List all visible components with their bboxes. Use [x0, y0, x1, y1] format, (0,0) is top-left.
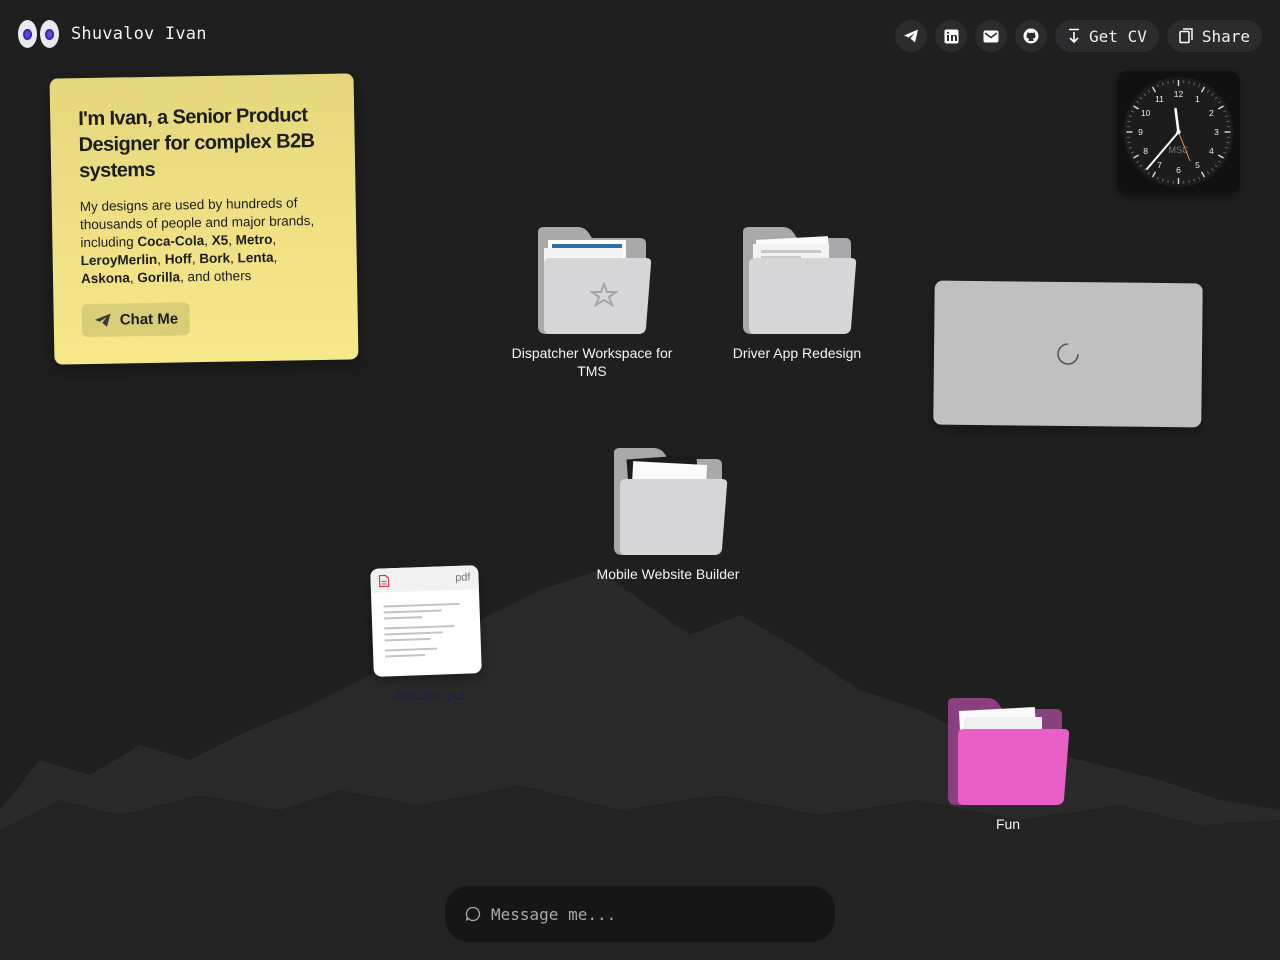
analog-clock: 121234567891011 MSC [1123, 77, 1234, 187]
share-button[interactable]: Share [1166, 20, 1262, 52]
clock-numeral: 5 [1195, 160, 1200, 170]
file-extension: pdf [455, 571, 471, 584]
intro-body: My designs are used by hundreds of thous… [79, 195, 315, 287]
linkedin-button[interactable] [935, 20, 968, 52]
loading-preview-card[interactable] [933, 280, 1203, 428]
clock-numeral: 3 [1214, 127, 1219, 137]
document-preview-lines [383, 602, 460, 658]
brand: Shuvalov Ivan [18, 20, 207, 48]
get-cv-label: Get CV [1089, 26, 1147, 46]
folder-mobile-website-builder[interactable]: Mobile Website Builder [583, 447, 753, 583]
share-label: Share [1201, 26, 1250, 46]
chat-me-label: Chat Me [119, 310, 179, 329]
folder-label: Mobile Website Builder [596, 566, 740, 582]
clock-numeral: 8 [1143, 146, 1148, 156]
clock-numeral: 10 [1141, 108, 1151, 118]
folder-icon [614, 448, 728, 555]
brand-name: Askona [80, 270, 130, 287]
folder-dispatcher-workspace[interactable]: Dispatcher Workspace for TMS [502, 226, 682, 380]
intro-body-suffix: , and others [179, 268, 252, 285]
clock-numeral: 4 [1209, 146, 1214, 156]
folder-label: Dispatcher Workspace for TMS [511, 345, 673, 379]
folder-icon [743, 227, 857, 334]
intro-note: I'm Ivan, a Senior Product Designer for … [49, 73, 359, 365]
message-bar [445, 886, 835, 942]
clock-numeral: 12 [1174, 89, 1184, 99]
brand-name: Metro [235, 231, 273, 248]
telegram-icon [904, 29, 919, 43]
brand-name: LeroyMerlin [80, 251, 158, 269]
clock-numeral: 9 [1138, 127, 1143, 137]
clock-numeral: 7 [1157, 160, 1162, 170]
telegram-button[interactable] [895, 20, 928, 52]
resume-file-label[interactable]: Resume.pdf [380, 688, 480, 703]
get-cv-button[interactable]: Get CV [1055, 20, 1159, 52]
github-button[interactable] [1015, 20, 1048, 52]
clock-widget: 12 1 2 3 4 5 6 7 8 9 10 11 MSC [1117, 71, 1240, 193]
mail-icon [983, 30, 999, 42]
loading-spinner-icon [1057, 343, 1079, 365]
brand-name: Lenta [237, 249, 274, 266]
brand-name: Coca-Cola [137, 233, 205, 250]
chat-me-button[interactable]: Chat Me [81, 302, 191, 338]
download-icon [1069, 28, 1080, 44]
folder-label: Fun [995, 816, 1021, 832]
message-input[interactable] [489, 903, 793, 925]
resume-file[interactable]: pdf [370, 565, 482, 677]
clock-numeral: 2 [1209, 108, 1214, 118]
folder-fun[interactable]: Fun [946, 697, 1070, 833]
document-icon [378, 574, 390, 587]
intro-title: I'm Ivan, a Senior Product Designer for … [78, 104, 315, 183]
brand-name: Gorilla [137, 269, 181, 286]
top-bar: Get CV Share [895, 20, 1262, 52]
send-icon [94, 313, 111, 327]
mail-button[interactable] [975, 20, 1008, 52]
folder-driver-app-redesign[interactable]: Driver App Redesign [717, 226, 877, 362]
clock-numeral: 6 [1176, 165, 1181, 175]
eyes-logo [18, 20, 59, 48]
brand-name: X5 [211, 232, 229, 248]
clock-numeral: 1 [1195, 94, 1200, 104]
site-owner-name: Shuvalov Ivan [71, 24, 207, 44]
folder-label: Driver App Redesign [732, 345, 862, 361]
folder-icon [538, 227, 652, 334]
brand-name: Bork [199, 250, 231, 267]
chat-bubble-icon [465, 906, 481, 922]
linkedin-icon [944, 29, 959, 43]
folder-icon [948, 698, 1070, 805]
copy-icon [1179, 28, 1193, 44]
clock-numeral: 11 [1155, 94, 1164, 104]
brand-name: Hoff [164, 251, 192, 267]
github-icon [1023, 28, 1039, 44]
